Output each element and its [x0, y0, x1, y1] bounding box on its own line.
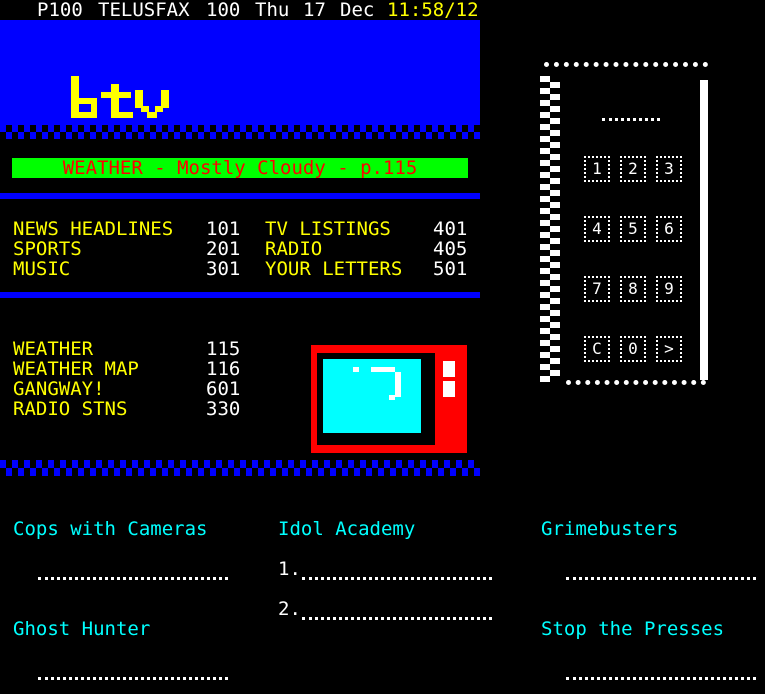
day: Thu — [255, 0, 290, 21]
index-page: 101 — [206, 218, 241, 240]
remote-key-3[interactable]: 3 — [656, 156, 682, 182]
checker-divider — [0, 125, 480, 139]
status-header: P100 TELUSFAX 100 Thu 17 Dec 11:58/12 — [0, 0, 480, 20]
answer-line — [38, 677, 228, 680]
divider-rule — [0, 292, 480, 298]
page-number: P100 — [37, 0, 83, 21]
divider-rule — [0, 193, 480, 199]
answer-line — [302, 617, 492, 620]
remote-left-edge — [550, 76, 560, 382]
answer-line — [302, 577, 492, 580]
remote-key-1[interactable]: 1 — [584, 156, 610, 182]
index-label: TV LISTINGS — [265, 218, 391, 240]
show-idol-academy[interactable]: Idol Academy — [278, 519, 415, 539]
index-label: MUSIC — [13, 258, 71, 280]
show-ghost-hunter[interactable]: Ghost Hunter — [13, 619, 150, 639]
index-label: YOUR LETTERS — [265, 258, 403, 280]
link-label: WEATHER MAP — [13, 358, 139, 380]
remote-key-6[interactable]: 6 — [656, 216, 682, 242]
month: Dec — [340, 0, 375, 21]
index-page: 401 — [433, 218, 468, 240]
remote-left-edge — [540, 76, 550, 382]
index-music[interactable]: MUSIC 301 — [13, 259, 243, 279]
show-cops-with-cameras[interactable]: Cops with Cameras — [13, 519, 207, 539]
link-weather-map[interactable]: WEATHER MAP 116 — [13, 359, 243, 379]
service-number: 100 — [206, 0, 241, 21]
index-page: 201 — [206, 238, 241, 260]
index-sports[interactable]: SPORTS 201 — [13, 239, 243, 259]
link-radio-stns[interactable]: RADIO STNS 330 — [13, 399, 243, 419]
link-page: 115 — [206, 338, 241, 360]
index-page: 301 — [206, 258, 241, 280]
remote-display — [602, 118, 660, 121]
link-page: 601 — [206, 378, 241, 400]
link-page: 116 — [206, 358, 241, 380]
weather-banner[interactable]: WEATHER - Mostly Cloudy - p.115 — [12, 158, 468, 178]
remote-key-clear[interactable]: C — [584, 336, 610, 362]
remote-key-0[interactable]: 0 — [620, 336, 646, 362]
index-label: SPORTS — [13, 238, 82, 260]
remote-control: 1 2 3 4 5 6 7 8 9 C 0 > — [540, 62, 710, 392]
link-label: WEATHER — [13, 338, 94, 360]
index-news-headlines[interactable]: NEWS HEADLINES 101 — [13, 219, 243, 239]
date: 17 — [303, 0, 326, 21]
index-radio[interactable]: RADIO 405 — [265, 239, 470, 259]
entry-number: 2. — [278, 598, 301, 620]
index-label: RADIO — [265, 238, 323, 260]
show-stop-the-presses[interactable]: Stop the Presses — [541, 619, 724, 639]
remote-key-5[interactable]: 5 — [620, 216, 646, 242]
remote-bottom-edge — [566, 380, 706, 391]
remote-right-edge — [700, 80, 708, 380]
tv-icon — [288, 325, 467, 453]
logo-panel: btv — [0, 20, 480, 125]
link-page: 330 — [206, 398, 241, 420]
remote-key-4[interactable]: 4 — [584, 216, 610, 242]
answer-line — [566, 677, 756, 680]
index-your-letters[interactable]: YOUR LETTERS 501 — [265, 259, 470, 279]
answer-line — [38, 577, 228, 580]
remote-key-9[interactable]: 9 — [656, 276, 682, 302]
index-tv-listings[interactable]: TV LISTINGS 401 — [265, 219, 470, 239]
remote-key-8[interactable]: 8 — [620, 276, 646, 302]
checker-divider — [0, 460, 480, 476]
link-gangway[interactable]: GANGWAY! 601 — [13, 379, 243, 399]
show-grimebusters[interactable]: Grimebusters — [541, 519, 678, 539]
clock: 11:58/12 — [387, 0, 479, 21]
answer-line — [566, 577, 756, 580]
index-label: NEWS HEADLINES — [13, 218, 174, 240]
remote-key-2[interactable]: 2 — [620, 156, 646, 182]
index-page: 405 — [433, 238, 468, 260]
remote-top-edge — [544, 62, 708, 73]
link-weather[interactable]: WEATHER 115 — [13, 339, 243, 359]
link-label: GANGWAY! — [13, 378, 105, 400]
index-page: 501 — [433, 258, 468, 280]
entry-number: 1. — [278, 558, 301, 580]
service-name: TELUSFAX — [98, 0, 190, 21]
remote-key-7[interactable]: 7 — [584, 276, 610, 302]
remote-key-next[interactable]: > — [656, 336, 682, 362]
link-label: RADIO STNS — [13, 398, 128, 420]
